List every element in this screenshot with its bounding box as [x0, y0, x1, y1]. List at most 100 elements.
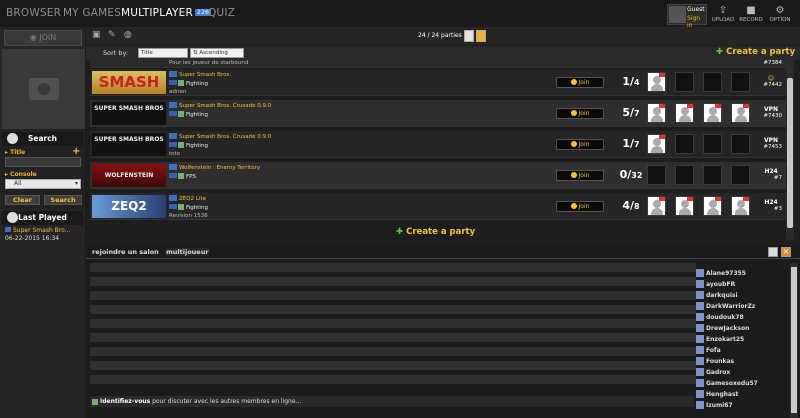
console-label-text: Console	[10, 171, 37, 178]
title-input[interactable]	[5, 157, 81, 167]
nav-multiplayer[interactable]: MULTIPLAYER 226	[121, 7, 212, 19]
online-user[interactable]: Founkas	[696, 357, 788, 367]
list-view-button[interactable]	[464, 30, 474, 42]
player-avatar[interactable]	[703, 196, 722, 216]
online-user[interactable]: Alane97355	[696, 269, 788, 279]
record-button[interactable]: ■ RECORD	[738, 5, 764, 23]
online-user[interactable]: DarkWarriorZz	[696, 302, 788, 312]
online-user[interactable]: Izumi67	[696, 401, 788, 411]
party-row[interactable]: WOLFENSTEIN Wolfenstein : Enemy Territory…	[90, 162, 786, 189]
create-party-top[interactable]: ✚ Create a party	[716, 47, 795, 57]
flag-icon	[687, 197, 693, 201]
console-icon	[169, 102, 177, 108]
online-user[interactable]: doudouk78	[696, 313, 788, 323]
main-area: ▣ ✎ ◍ 24 / 24 parties Sort by: Title ⇅ A…	[86, 27, 800, 418]
user-avatar	[696, 346, 704, 354]
game-title[interactable]: Wolfenstein : Enemy Territory	[169, 164, 260, 171]
online-user[interactable]: Gadrox	[696, 368, 788, 378]
sort-order-select[interactable]: ⇅ Ascending	[190, 48, 244, 58]
left-panel: ◉ JOIN Search ▸ Title + ▸ Console All ▾ C…	[0, 27, 85, 418]
player-avatar[interactable]	[675, 196, 694, 216]
party-row[interactable]: SUPER SMASH BROS Super Smash Bros. Crusad…	[90, 100, 786, 127]
party-row[interactable]: SMASH Super Smash Bros. Fighting adrien Join…	[90, 69, 786, 96]
party-info: H24 #7	[760, 168, 782, 181]
flag-icon	[169, 142, 177, 147]
last-played-time-value: 16:34	[41, 235, 60, 242]
scrollbar-thumb[interactable]	[787, 78, 793, 228]
detail-view-button[interactable]	[476, 30, 486, 42]
sort-bar: Sort by: Title ⇅ Ascending ✚ Create a par…	[86, 46, 800, 60]
top-navigation-bar: BROWSER MY GAMES MULTIPLAYER 226 QUIZ Gue…	[0, 0, 800, 29]
last-played-game[interactable]: Super Smash Bro...	[5, 227, 70, 234]
console-icon[interactable]: ▣	[92, 30, 101, 40]
player-avatar[interactable]	[703, 103, 722, 123]
join-party-button[interactable]: Join	[556, 108, 604, 119]
create-party-bottom[interactable]: ✚ Create a party	[396, 227, 475, 237]
chat-scrollbar[interactable]	[790, 263, 798, 418]
party-id: #7453	[763, 144, 782, 150]
option-button[interactable]: ⚙ OPTION	[767, 5, 793, 23]
title-label-text: Title	[10, 149, 26, 156]
flag-icon	[715, 197, 721, 201]
user-avatar	[696, 379, 704, 387]
player-avatar[interactable]	[647, 72, 666, 92]
photo-placeholder	[2, 49, 85, 129]
game-title[interactable]: Super Smash Bros. Crusade 0.9.0	[169, 102, 271, 109]
join-party-button[interactable]: Join	[556, 170, 604, 181]
console-select[interactable]: All ▾	[5, 179, 81, 189]
party-row[interactable]: SUPER SMASH BROS Super Smash Bros. Crusad…	[90, 131, 786, 158]
join-button[interactable]: ◉ JOIN	[4, 30, 82, 46]
game-title[interactable]: Super Smash Bros.	[169, 71, 231, 78]
party-list-scrollbar[interactable]	[786, 60, 794, 240]
clear-button[interactable]: Clear	[5, 195, 40, 205]
add-filter-icon[interactable]: +	[72, 146, 80, 157]
online-user[interactable]: Enzokart25	[696, 335, 788, 345]
game-genre: Fighting	[169, 204, 208, 211]
online-user[interactable]: Fofa	[696, 346, 788, 356]
player-avatar[interactable]	[647, 196, 666, 216]
sort-field-select[interactable]: Title	[138, 48, 188, 58]
globe-icon[interactable]: ◍	[124, 30, 132, 40]
chat-line	[90, 319, 696, 328]
tab-multiplayer[interactable]: multijoueur	[166, 248, 209, 256]
join-party-button[interactable]: Join	[556, 139, 604, 150]
player-count: 1/4	[622, 75, 640, 88]
play-icon	[570, 110, 577, 116]
empty-slot	[675, 165, 694, 185]
online-user[interactable]: Henghast	[696, 390, 788, 400]
party-row[interactable]: ZEQ2 ZEQ2 Lite Fighting Revision 1536 Join 4/…	[90, 193, 786, 220]
online-user[interactable]: darkquisi	[696, 291, 788, 301]
player-avatar[interactable]	[647, 134, 666, 154]
online-user[interactable]: Gamesoxedu57	[696, 379, 788, 389]
chat-messages	[90, 263, 696, 393]
close-icon[interactable]: ×	[781, 247, 791, 257]
sort-by-label: Sort by:	[103, 49, 129, 57]
join-party-button[interactable]: Join	[556, 201, 604, 212]
upload-button[interactable]: ⇪ UPLOAD	[710, 5, 736, 23]
wrench-icon[interactable]: ✎	[108, 30, 116, 40]
online-user[interactable]: DrewJackson	[696, 324, 788, 334]
login-notice: Identifiez-vous pour discuter avec les a…	[90, 396, 694, 407]
player-avatar[interactable]	[675, 103, 694, 123]
partial-row[interactable]: Pour les joueur de starbound #7384	[90, 60, 786, 68]
popout-icon[interactable]	[768, 247, 778, 257]
search-button[interactable]: Search	[44, 195, 82, 205]
login-link[interactable]: Identifiez-vous	[100, 398, 150, 405]
player-avatar[interactable]	[731, 103, 750, 123]
tab-join-room[interactable]: rejoindre un salon	[92, 248, 159, 256]
player-avatar[interactable]	[647, 103, 666, 123]
nav-browser[interactable]: BROWSER	[6, 7, 61, 19]
game-title[interactable]: Super Smash Bros. Crusade 0.9.0	[169, 133, 271, 140]
game-title[interactable]: ZEQ2 Lite	[169, 195, 206, 202]
online-user[interactable]: ayoubFR	[696, 280, 788, 290]
join-party-button[interactable]: Join	[556, 77, 604, 88]
last-played-date-value: 06-22-2015	[5, 235, 40, 242]
chat-scrollbar-thumb[interactable]	[791, 267, 797, 413]
nav-my-games[interactable]: MY GAMES	[63, 7, 121, 19]
nav-quiz[interactable]: QUIZ	[208, 7, 235, 19]
search-title: Search	[27, 134, 58, 143]
guest-account[interactable]: Guest Sign in	[667, 4, 707, 29]
console-icon	[169, 71, 177, 77]
party-id: #7	[773, 175, 782, 181]
player-avatar[interactable]	[731, 196, 750, 216]
